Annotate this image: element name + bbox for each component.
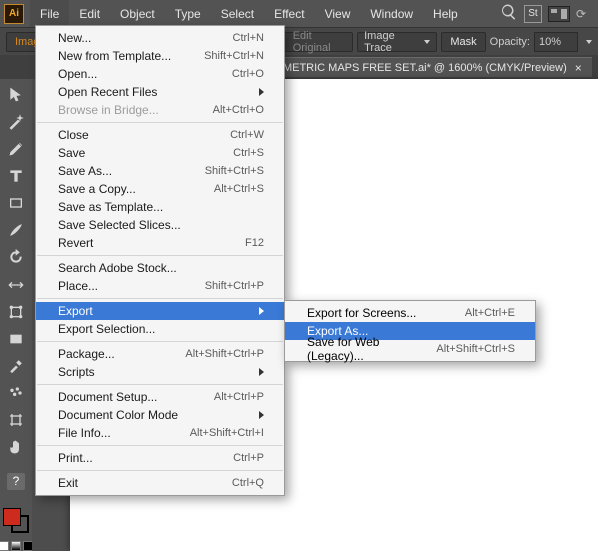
export-submenu: Export for Screens...Alt+Ctrl+E Export A…	[284, 300, 536, 362]
menu-type[interactable]: Type	[165, 0, 211, 27]
menu-package[interactable]: Package...Alt+Shift+Ctrl+P	[36, 345, 284, 363]
mask-button[interactable]: Mask	[441, 32, 485, 52]
menu-browse-bridge: Browse in Bridge...Alt+Ctrl+O	[36, 101, 284, 119]
type-tool-icon[interactable]	[4, 164, 28, 187]
file-menu-dropdown: New...Ctrl+N New from Template...Shift+C…	[35, 25, 285, 496]
chevron-right-icon	[259, 368, 264, 376]
menu-save-template[interactable]: Save as Template...	[36, 198, 284, 216]
menu-exit[interactable]: ExitCtrl+Q	[36, 474, 284, 492]
menu-new-from-template[interactable]: New from Template...Shift+Ctrl+N	[36, 47, 284, 65]
eyedropper-tool-icon[interactable]	[4, 354, 28, 377]
document-tab-title: ISOMETRIC MAPS FREE SET.ai* @ 1600% (CMY…	[264, 62, 567, 74]
menu-new[interactable]: New...Ctrl+N	[36, 29, 284, 47]
menu-search-stock[interactable]: Search Adobe Stock...	[36, 259, 284, 277]
app-logo-icon: Ai	[4, 4, 24, 24]
menu-window[interactable]: Window	[360, 0, 423, 27]
opacity-input[interactable]	[534, 32, 578, 52]
menu-save-as[interactable]: Save As...Shift+Ctrl+S	[36, 162, 284, 180]
rotate-tool-icon[interactable]	[4, 246, 28, 269]
hand-tool-icon[interactable]	[4, 436, 28, 459]
chevron-down-icon[interactable]	[586, 40, 592, 44]
chevron-right-icon	[259, 411, 264, 419]
pen-tool-icon[interactable]	[4, 137, 28, 160]
chevron-right-icon	[259, 307, 264, 315]
artboard-tool-icon[interactable]	[4, 409, 28, 432]
menu-effect[interactable]: Effect	[264, 0, 314, 27]
menu-export-selection[interactable]: Export Selection...	[36, 320, 284, 338]
free-transform-tool-icon[interactable]	[4, 300, 28, 323]
menu-open[interactable]: Open...Ctrl+O	[36, 65, 284, 83]
opacity-label: Opacity:	[490, 36, 530, 48]
menu-save[interactable]: SaveCtrl+S	[36, 144, 284, 162]
chevron-right-icon	[259, 88, 264, 96]
search-icon[interactable]	[500, 3, 518, 24]
menu-document-setup[interactable]: Document Setup...Alt+Ctrl+P	[36, 388, 284, 406]
help-icon[interactable]: ?	[7, 473, 25, 490]
stock-icon[interactable]: St	[524, 5, 542, 23]
image-trace-button[interactable]: Image Trace	[357, 32, 437, 52]
document-tab[interactable]: ISOMETRIC MAPS FREE SET.ai* @ 1600% (CMY…	[254, 57, 592, 77]
gradient-tool-icon[interactable]	[4, 327, 28, 350]
edit-original-button[interactable]: Edit Original	[284, 32, 353, 52]
menu-help[interactable]: Help	[423, 0, 468, 27]
menu-file[interactable]: File	[30, 0, 69, 27]
selection-tool-icon[interactable]	[4, 83, 28, 106]
tab-close-icon[interactable]: ×	[575, 61, 582, 75]
color-mode-row[interactable]	[0, 541, 33, 551]
workspace-layout-button[interactable]	[548, 6, 570, 22]
menu-open-recent[interactable]: Open Recent Files	[36, 83, 284, 101]
menu-scripts[interactable]: Scripts	[36, 363, 284, 381]
magic-wand-tool-icon[interactable]	[4, 110, 28, 133]
menu-edit[interactable]: Edit	[69, 0, 110, 27]
chevron-down-icon	[424, 40, 430, 44]
menu-document-color-mode[interactable]: Document Color Mode	[36, 406, 284, 424]
tools-panel: ?	[0, 79, 32, 551]
menu-object[interactable]: Object	[110, 0, 165, 27]
width-tool-icon[interactable]	[4, 273, 28, 296]
paintbrush-tool-icon[interactable]	[4, 219, 28, 242]
menu-save-slices[interactable]: Save Selected Slices...	[36, 216, 284, 234]
menu-close[interactable]: CloseCtrl+W	[36, 126, 284, 144]
menu-place[interactable]: Place...Shift+Ctrl+P	[36, 277, 284, 295]
menu-save-copy[interactable]: Save a Copy...Alt+Ctrl+S	[36, 180, 284, 198]
menu-save-for-web[interactable]: Save for Web (Legacy)...Alt+Shift+Ctrl+S	[285, 340, 535, 358]
menu-file-info[interactable]: File Info...Alt+Shift+Ctrl+I	[36, 424, 284, 442]
rectangle-tool-icon[interactable]	[4, 192, 28, 215]
symbol-sprayer-tool-icon[interactable]	[4, 382, 28, 405]
menu-export[interactable]: Export	[36, 302, 284, 320]
sync-icon[interactable]: ⟳	[576, 7, 586, 21]
menu-export-for-screens[interactable]: Export for Screens...Alt+Ctrl+E	[285, 304, 535, 322]
fill-stroke-swatch[interactable]	[3, 508, 29, 533]
menubar: Ai File Edit Object Type Select Effect V…	[0, 0, 598, 27]
menu-revert[interactable]: RevertF12	[36, 234, 284, 252]
menu-view[interactable]: View	[315, 0, 361, 27]
menu-print[interactable]: Print...Ctrl+P	[36, 449, 284, 467]
menu-select[interactable]: Select	[211, 0, 264, 27]
